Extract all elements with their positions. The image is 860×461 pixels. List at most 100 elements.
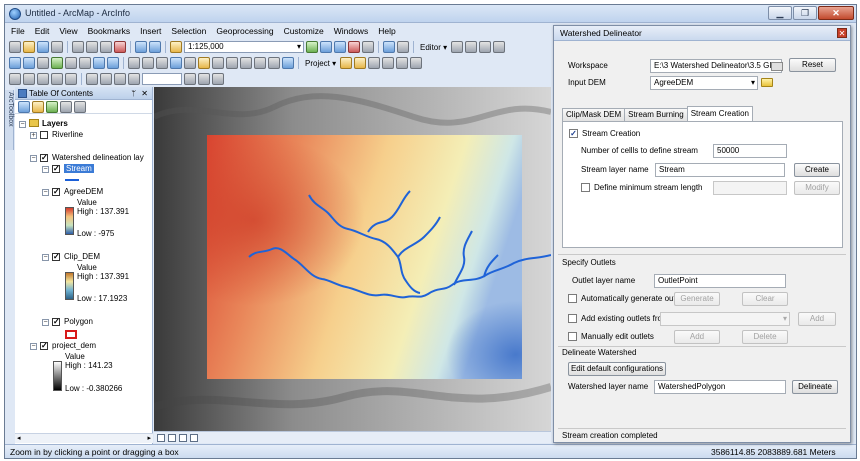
menu-file[interactable]: File [11, 26, 25, 36]
scroll-right-icon[interactable]: ▸ [147, 434, 151, 442]
redo-icon[interactable] [149, 41, 161, 53]
draw-tool-4-icon[interactable] [51, 73, 63, 85]
layer-watershed-group[interactable]: Watershed delineation lay [52, 153, 144, 162]
toc-options-icon[interactable] [74, 100, 86, 113]
project-dem-checkbox[interactable]: ✓ [40, 342, 48, 350]
go-to-xy-icon[interactable] [254, 57, 266, 69]
create-button[interactable]: Create [794, 163, 840, 177]
help-icon[interactable] [397, 41, 409, 53]
riverline-checkbox[interactable] [40, 131, 48, 139]
open-folder-icon[interactable] [23, 41, 35, 53]
list-by-visibility-icon[interactable] [46, 100, 58, 113]
menu-geoprocessing[interactable]: Geoprocessing [216, 26, 273, 36]
delete-icon[interactable] [114, 41, 126, 53]
arctoolbox-icon[interactable] [348, 41, 360, 53]
tab-clip-mask-dem[interactable]: Clip/Mask DEM [562, 108, 626, 121]
undo-icon[interactable] [135, 41, 147, 53]
watershed-group-collapse-icon[interactable]: − [30, 155, 37, 162]
menu-insert[interactable]: Insert [140, 26, 161, 36]
python-window-icon[interactable] [362, 41, 374, 53]
print-icon[interactable] [51, 41, 63, 53]
draw-tool-9-icon[interactable] [128, 73, 140, 85]
project-tool-1-icon[interactable] [340, 57, 353, 69]
layer-clip-dem[interactable]: Clip_DEM [64, 252, 100, 261]
layout-view-icon[interactable] [168, 433, 176, 442]
menu-windows[interactable]: Windows [334, 26, 368, 36]
riverline-expand-icon[interactable]: + [30, 132, 37, 139]
scroll-left-icon[interactable]: ◂ [17, 434, 21, 442]
project-menu[interactable]: Project ▾ [303, 59, 338, 68]
tab-stream-creation[interactable]: Stream Creation [686, 106, 753, 121]
menu-help[interactable]: Help [378, 26, 395, 36]
fixed-zoom-in-icon[interactable] [65, 57, 77, 69]
layer-combo[interactable] [142, 73, 182, 85]
pan-icon[interactable] [37, 57, 49, 69]
toc-close-icon[interactable]: ✕ [141, 87, 148, 100]
stream-creation-checkbox[interactable]: ✓ [569, 129, 578, 138]
project-tool-4-icon[interactable] [382, 57, 395, 69]
hyperlink-icon[interactable] [184, 57, 196, 69]
delete-button[interactable]: Delete [742, 330, 788, 344]
refresh-icon[interactable] [179, 433, 187, 442]
outlet-layer-name-field[interactable]: OutletPoint [654, 274, 786, 288]
list-by-source-icon[interactable] [32, 100, 44, 113]
draw-tool-2-icon[interactable] [23, 73, 35, 85]
min-length-checkbox[interactable] [581, 183, 590, 192]
model-builder-icon[interactable] [383, 41, 395, 53]
select-elements-icon[interactable] [156, 57, 168, 69]
sketch-tool-icon[interactable] [465, 41, 478, 53]
min-length-field[interactable] [713, 181, 787, 195]
copy-icon[interactable] [86, 41, 98, 53]
forward-extent-icon[interactable] [107, 57, 119, 69]
draw-tool-5-icon[interactable] [65, 73, 77, 85]
clear-button[interactable]: Clear [742, 292, 788, 306]
clip-dem-collapse-icon[interactable]: − [42, 254, 49, 261]
editor-toolbar-icon[interactable] [306, 41, 318, 53]
draw-tool-6-icon[interactable] [86, 73, 98, 85]
layer-stream[interactable]: Stream [64, 164, 94, 173]
layer-riverline[interactable]: Riverline [52, 130, 83, 139]
project-tool-3-icon[interactable] [368, 57, 381, 69]
dialog-close-button[interactable]: ✕ [837, 28, 847, 38]
layer-agreedem[interactable]: AgreeDEM [64, 187, 103, 196]
tab-stream-burning[interactable]: Stream Burning [624, 108, 688, 121]
straight-segment-icon[interactable] [479, 41, 492, 53]
workspace-field[interactable]: E:\3 Watershed Delineator\3.5 GIS Da [650, 59, 782, 73]
catalog-window-icon[interactable] [334, 41, 346, 53]
cut-icon[interactable] [72, 41, 84, 53]
find-icon[interactable] [226, 57, 238, 69]
layers-group[interactable]: Layers [29, 119, 68, 128]
save-icon[interactable] [37, 41, 49, 53]
project-tool-5-icon[interactable] [396, 57, 409, 69]
draw-tool-1-icon[interactable] [9, 73, 21, 85]
pause-drawing-icon[interactable] [190, 433, 198, 442]
table-of-contents-icon[interactable] [320, 41, 332, 53]
time-slider-icon[interactable] [268, 57, 280, 69]
draw-tool-11-icon[interactable] [198, 73, 210, 85]
reset-button[interactable]: Reset [789, 58, 836, 72]
stream-checkbox[interactable]: ✓ [52, 165, 60, 173]
trace-icon[interactable] [493, 41, 506, 53]
delineate-button[interactable]: Delineate [792, 380, 838, 394]
data-view-icon[interactable] [157, 433, 165, 442]
edit-default-config-button[interactable]: Edit default configurations [568, 362, 666, 376]
draw-tool-8-icon[interactable] [114, 73, 126, 85]
clear-selection-icon[interactable] [142, 57, 154, 69]
paste-icon[interactable] [100, 41, 112, 53]
toc-horizontal-scrollbar[interactable]: ◂ ▸ [15, 433, 153, 443]
full-extent-icon[interactable] [51, 57, 63, 69]
menu-selection[interactable]: Selection [171, 26, 206, 36]
project-tool-6-icon[interactable] [410, 57, 423, 69]
list-by-selection-icon[interactable] [60, 100, 72, 113]
map-display[interactable] [154, 87, 551, 431]
draw-tool-10-icon[interactable] [184, 73, 196, 85]
input-dem-select[interactable]: AgreeDEM ▾ [650, 76, 758, 90]
zoom-in-icon[interactable] [9, 57, 21, 69]
find-route-icon[interactable] [240, 57, 252, 69]
fixed-zoom-out-icon[interactable] [79, 57, 91, 69]
stream-collapse-icon[interactable]: − [42, 166, 49, 173]
draw-tool-12-icon[interactable] [212, 73, 224, 85]
layer-polygon[interactable]: Polygon [64, 317, 93, 326]
existing-outlets-checkbox[interactable] [568, 314, 577, 323]
layer-project-dem[interactable]: project_dem [52, 341, 96, 350]
